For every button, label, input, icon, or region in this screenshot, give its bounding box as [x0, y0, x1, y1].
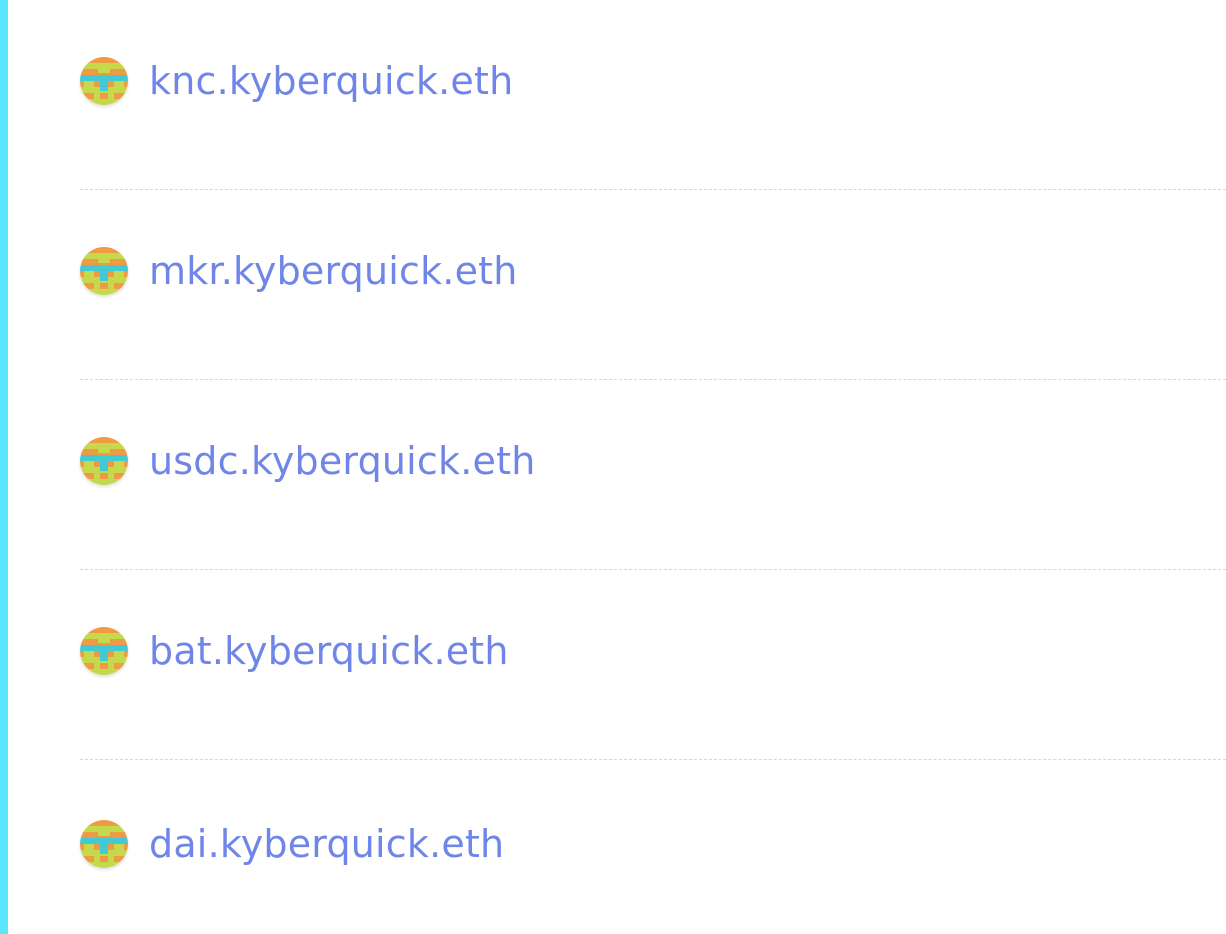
ens-name-list-page: knc.kyberquick.eth mkr.kyberquick.eth us…	[0, 0, 1226, 934]
identicon-avatar-icon	[80, 246, 128, 295]
ens-name-link[interactable]: knc.kyberquick.eth	[149, 62, 513, 100]
ens-name-link[interactable]: mkr.kyberquick.eth	[149, 252, 518, 290]
list-item[interactable]: usdc.kyberquick.eth	[80, 380, 1226, 570]
identicon-graphic	[80, 436, 128, 485]
ens-name-link[interactable]: bat.kyberquick.eth	[149, 632, 509, 670]
identicon-avatar-icon	[80, 820, 128, 868]
ens-name-list: knc.kyberquick.eth mkr.kyberquick.eth us…	[80, 0, 1226, 934]
identicon-graphic	[80, 820, 128, 868]
identicon-graphic	[80, 246, 128, 295]
list-item[interactable]: dai.kyberquick.eth	[80, 760, 1226, 934]
ens-name-link[interactable]: usdc.kyberquick.eth	[149, 442, 535, 480]
ens-name-link[interactable]: dai.kyberquick.eth	[149, 825, 504, 863]
identicon-avatar-icon	[80, 56, 128, 105]
left-accent-bar	[0, 0, 8, 934]
identicon-graphic	[80, 626, 128, 675]
identicon-avatar-icon	[80, 626, 128, 675]
identicon-graphic	[80, 56, 128, 105]
identicon-avatar-icon	[80, 436, 128, 485]
list-item[interactable]: bat.kyberquick.eth	[80, 570, 1226, 760]
list-item[interactable]: mkr.kyberquick.eth	[80, 190, 1226, 380]
list-item[interactable]: knc.kyberquick.eth	[80, 0, 1226, 190]
